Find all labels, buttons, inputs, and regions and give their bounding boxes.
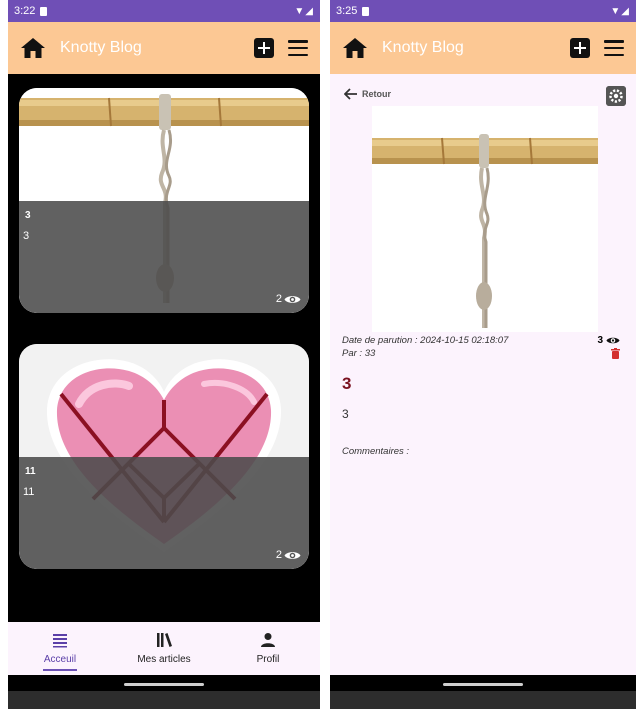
view-count-value: 3 xyxy=(597,335,603,346)
comments-label: Commentaires : xyxy=(342,446,410,457)
signal-battery-icons: ▼◢ xyxy=(294,5,314,17)
menu-icon[interactable] xyxy=(604,40,624,56)
nav-label: Acceuil xyxy=(43,654,77,665)
gesture-handle[interactable] xyxy=(124,683,204,686)
gesture-bar xyxy=(8,675,320,691)
back-label: Retour xyxy=(362,89,391,99)
gear-icon[interactable] xyxy=(606,86,626,106)
feed-screen: 3:22 ▼◢ Knotty Blog 3 3 2 11 11 2 Acceui… xyxy=(8,0,320,709)
article-card[interactable]: 3 3 2 xyxy=(19,88,309,313)
notification-icon xyxy=(362,6,370,16)
gesture-bar xyxy=(330,675,636,691)
card-overlay xyxy=(19,201,309,313)
article-meta: Date de parution : 2024-10-15 02:18:07 P… xyxy=(342,334,508,360)
arrow-left-icon xyxy=(344,88,357,100)
library-icon xyxy=(157,633,172,647)
eye-icon xyxy=(606,337,620,344)
menu-icon[interactable] xyxy=(288,40,308,56)
bottom-strip xyxy=(8,691,320,709)
signal-battery-icons: ▼◢ xyxy=(610,5,630,17)
detail-screen: 3:25 ▼◢ Knotty Blog Retour Date de parut… xyxy=(330,0,636,709)
notification-icon xyxy=(40,6,48,16)
eye-icon xyxy=(284,295,301,303)
active-indicator xyxy=(43,669,77,671)
article-body: 3 xyxy=(342,407,349,421)
bottom-navigation: Acceuil Mes articles Profil xyxy=(8,622,320,675)
person-icon xyxy=(261,633,275,647)
status-time: 3:22 xyxy=(14,5,36,17)
publish-date: Date de parution : 2024-10-15 02:18:07 xyxy=(342,335,509,346)
back-button[interactable]: Retour xyxy=(344,88,391,100)
article-title: 3 xyxy=(25,210,31,221)
article-detail: Retour Date de parution : 2024-10-15 02:… xyxy=(330,74,636,675)
app-title: Knotty Blog xyxy=(60,39,142,56)
app-bar: Knotty Blog xyxy=(8,22,320,74)
home-icon[interactable] xyxy=(342,37,368,59)
nav-item-mes-articles[interactable]: Mes articles xyxy=(112,622,216,675)
view-count: 2 xyxy=(276,549,301,561)
status-bar: 3:22 ▼◢ xyxy=(8,0,320,22)
add-article-icon[interactable] xyxy=(254,38,274,58)
add-article-icon[interactable] xyxy=(570,38,590,58)
bottom-strip xyxy=(330,691,636,709)
view-count-value: 2 xyxy=(275,293,282,305)
status-time: 3:25 xyxy=(336,5,358,17)
home-icon[interactable] xyxy=(20,37,46,59)
article-excerpt: 3 xyxy=(23,230,30,242)
list-icon xyxy=(53,634,67,648)
article-feed[interactable]: 3 3 2 11 11 2 xyxy=(8,74,320,622)
article-excerpt: 11 xyxy=(23,486,35,498)
nav-label: Mes articles xyxy=(137,654,191,665)
gesture-handle[interactable] xyxy=(443,683,523,686)
status-bar: 3:25 ▼◢ xyxy=(330,0,636,22)
app-bar: Knotty Blog xyxy=(330,22,636,74)
author: Par : 33 xyxy=(342,348,376,359)
eye-icon xyxy=(284,551,301,559)
nav-item-acceuil[interactable]: Acceuil xyxy=(8,622,112,675)
nav-label: Profil xyxy=(256,654,280,665)
app-title: Knotty Blog xyxy=(382,39,464,56)
view-count: 3 xyxy=(597,335,620,346)
article-image xyxy=(372,106,598,332)
card-overlay xyxy=(19,457,309,569)
article-card[interactable]: 11 11 2 xyxy=(19,344,309,569)
article-title: 11 xyxy=(25,466,36,477)
view-count: 2 xyxy=(276,293,301,305)
delete-icon[interactable] xyxy=(611,348,620,359)
view-count-value: 2 xyxy=(275,549,282,561)
article-title: 3 xyxy=(342,374,352,393)
nav-item-profil[interactable]: Profil xyxy=(216,622,320,675)
